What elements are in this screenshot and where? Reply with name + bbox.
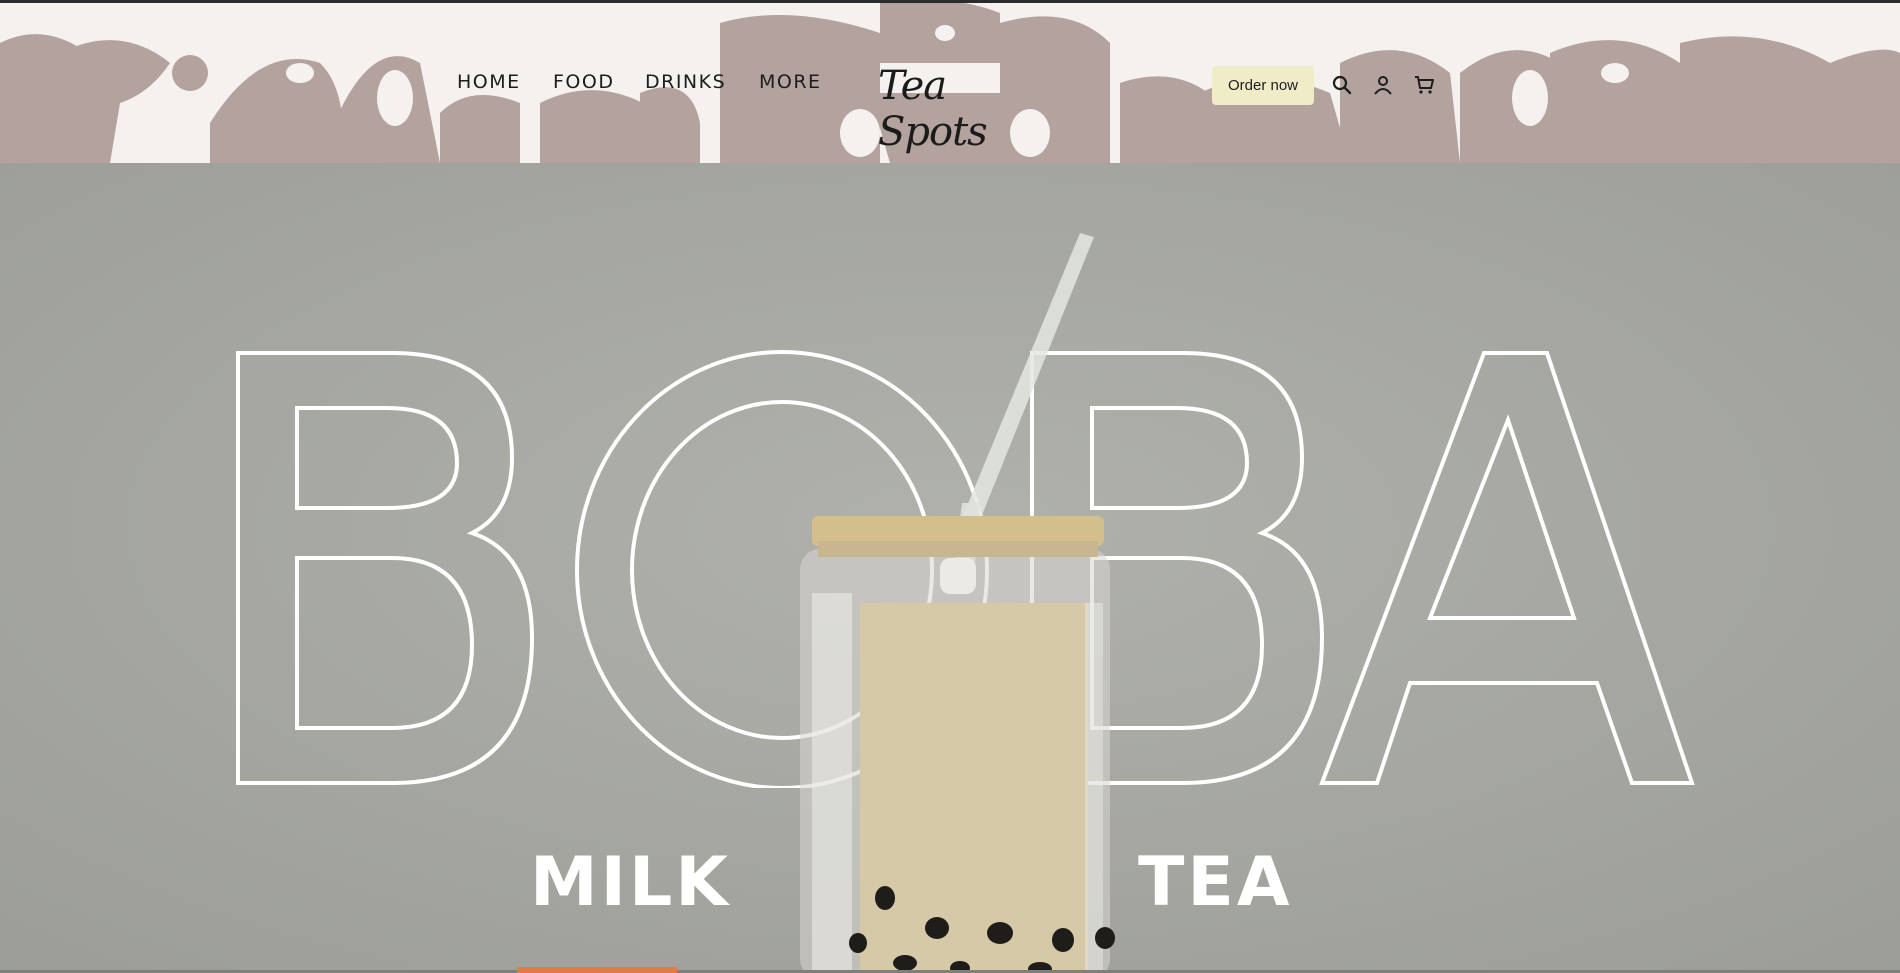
search-icon[interactable] [1330, 73, 1354, 97]
nav-food[interactable]: FOOD [553, 71, 614, 93]
logo-text: Tea Spots [878, 63, 988, 155]
hero-word-milk: MILK [530, 843, 731, 922]
hero-banner: MILK TEA [0, 163, 1900, 973]
site-logo[interactable]: Tea Spots [878, 59, 1023, 155]
nav-home[interactable]: HOME [457, 71, 521, 93]
cart-icon[interactable] [1412, 73, 1436, 97]
order-now-button[interactable]: Order now [1212, 66, 1314, 105]
account-icon[interactable] [1371, 73, 1395, 97]
nav-more[interactable]: MORE [759, 71, 822, 93]
site-header: HOME FOOD DRINKS MORE Tea Spots Order no… [0, 3, 1900, 163]
nav-drinks[interactable]: DRINKS [645, 71, 726, 93]
scroll-indicator [517, 967, 677, 973]
hero-word-tea: TEA [1138, 843, 1293, 922]
boba-cup-illustration [800, 233, 1115, 973]
